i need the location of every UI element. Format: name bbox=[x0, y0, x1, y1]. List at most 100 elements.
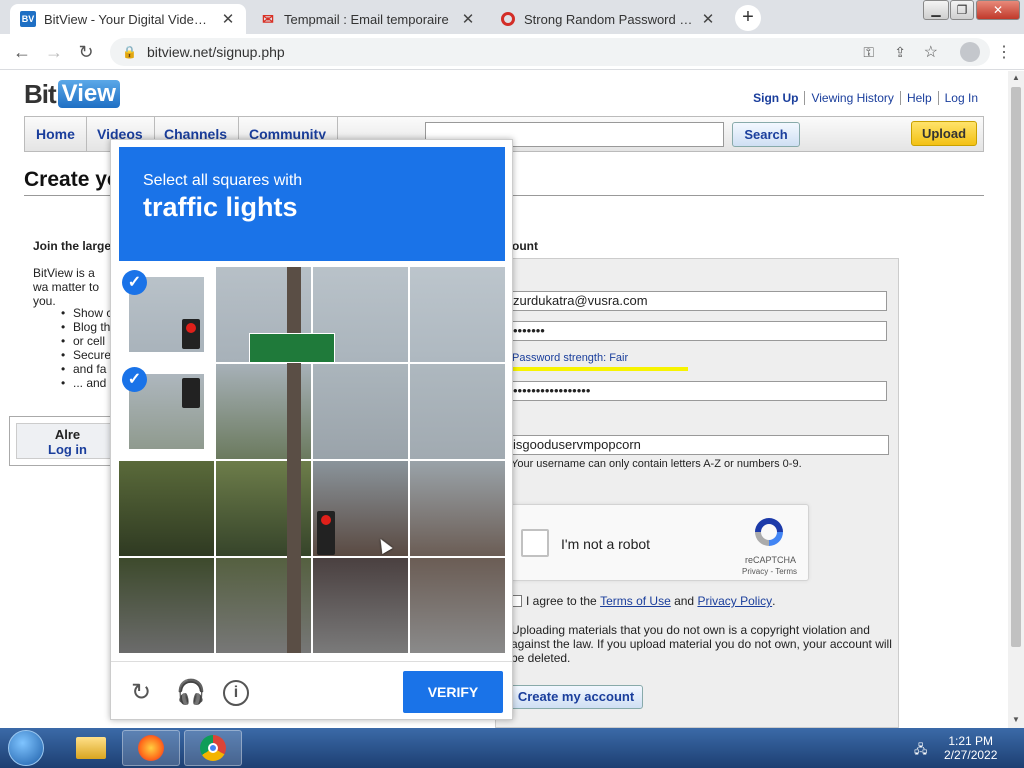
agree-and: and bbox=[670, 594, 698, 608]
firefox-icon[interactable] bbox=[122, 730, 180, 766]
menu-dots-icon[interactable]: ⋮ bbox=[996, 42, 1012, 62]
red-light-icon bbox=[321, 515, 331, 525]
captcha-tile[interactable] bbox=[313, 558, 408, 653]
window-close-button[interactable]: ✕ bbox=[976, 0, 1020, 20]
agree-period: . bbox=[772, 594, 776, 608]
email-field[interactable]: zurdukatra@vusra.com bbox=[506, 291, 887, 311]
captcha-tile[interactable] bbox=[410, 364, 505, 459]
captcha-instruction: Select all squares with bbox=[143, 172, 303, 189]
tile-selected-check-icon: ✓ bbox=[122, 270, 147, 295]
list-item: Blog th bbox=[61, 320, 112, 334]
login-box-heading: Alre bbox=[54, 427, 81, 442]
headphones-icon[interactable]: 🎧 bbox=[176, 680, 206, 706]
captcha-footer: ↻ 🎧 i VERIFY bbox=[111, 661, 512, 719]
tile-selected-check-icon: ✓ bbox=[122, 367, 147, 392]
terms-link[interactable]: Terms of Use bbox=[600, 594, 671, 608]
login-box-link[interactable]: Log in bbox=[17, 442, 118, 457]
tab-title: BitView - Your Digital Video Repo bbox=[44, 11, 214, 27]
nav-home[interactable]: Home bbox=[25, 117, 87, 151]
page-scrollbar[interactable]: ▲ ▼ bbox=[1008, 71, 1024, 728]
traffic-light-icon bbox=[317, 511, 335, 555]
feature-list: Show c Blog th or cell Secure and fa ...… bbox=[61, 306, 112, 390]
upload-button[interactable]: Upload bbox=[911, 121, 977, 146]
clock-time: 1:21 PM bbox=[948, 734, 994, 748]
list-item-cont: or cell bbox=[61, 334, 112, 348]
page-title: Create yo bbox=[24, 168, 120, 191]
captcha-tile[interactable]: ✓ bbox=[119, 267, 214, 362]
captcha-tile[interactable] bbox=[313, 364, 408, 459]
captcha-tile[interactable]: ✓ bbox=[119, 364, 214, 459]
profile-avatar-icon[interactable] bbox=[960, 42, 980, 62]
recaptcha-brand: reCAPTCHA bbox=[744, 555, 796, 565]
confirm-password-field[interactable]: ••••••••••••••••• bbox=[506, 381, 887, 401]
signup-link[interactable]: Sign Up bbox=[747, 91, 804, 105]
join-heading: Join the large bbox=[33, 239, 112, 253]
password-strength-label: Password strength: Fair bbox=[512, 352, 629, 364]
tab-password-generator[interactable]: Strong Random Password Genera ✕ bbox=[490, 4, 726, 34]
verify-button[interactable]: VERIFY bbox=[403, 671, 503, 713]
captcha-tile[interactable] bbox=[410, 267, 505, 362]
clock-date: 2/27/2022 bbox=[944, 748, 998, 762]
logo-text-bit: Bit bbox=[24, 78, 57, 109]
key-icon[interactable]: ⚿ bbox=[863, 44, 874, 61]
forward-arrow-icon[interactable]: → bbox=[44, 42, 64, 62]
password-strength-bar bbox=[512, 367, 688, 371]
help-link[interactable]: Help bbox=[899, 91, 938, 105]
privacy-link[interactable]: Privacy Policy bbox=[697, 594, 772, 608]
agree-text: I agree to the bbox=[526, 594, 601, 608]
recaptcha-widget: I'm not a robot reCAPTCHA Privacy - Term… bbox=[504, 504, 809, 581]
list-item: Show c bbox=[61, 306, 112, 320]
close-icon[interactable]: ✕ bbox=[220, 10, 236, 28]
back-arrow-icon[interactable]: ← bbox=[12, 42, 32, 62]
captcha-target: traffic lights bbox=[143, 192, 298, 222]
recaptcha-checkbox[interactable] bbox=[521, 529, 549, 557]
minimize-button[interactable]: ▁ bbox=[923, 0, 949, 20]
captcha-challenge-dialog: Select all squares with traffic lights ✓… bbox=[110, 139, 513, 720]
gmail-icon: ✉ bbox=[262, 10, 274, 27]
login-box: Alre Log in bbox=[9, 416, 119, 466]
traffic-light-icon bbox=[182, 378, 200, 408]
street-pole bbox=[287, 267, 301, 653]
viewing-history-link[interactable]: Viewing History bbox=[804, 91, 899, 105]
logo-text-view: View bbox=[57, 80, 120, 108]
recaptcha-logo-icon bbox=[755, 518, 783, 546]
list-item: ... and bbox=[61, 376, 112, 390]
maximize-button[interactable]: ❐ bbox=[950, 0, 974, 20]
tab-tempmail[interactable]: ✉ Tempmail : Email temporaire ✕ bbox=[250, 4, 486, 34]
top-links: Sign Up Viewing History Help Log In bbox=[747, 91, 984, 105]
username-field[interactable]: isgooduservmpopcorn bbox=[506, 435, 889, 455]
tab-bitview[interactable]: BV BitView - Your Digital Video Repo ✕ bbox=[10, 4, 246, 34]
bitview-logo[interactable]: Bit View bbox=[24, 77, 120, 111]
system-clock[interactable]: 1:21 PM 2/27/2022 bbox=[944, 734, 997, 762]
reload-icon[interactable]: ↻ bbox=[128, 680, 154, 706]
url-bar[interactable]: 🔒 bitview.net/signup.php ⚿ ⇪ ☆ bbox=[110, 38, 990, 66]
info-icon[interactable]: i bbox=[223, 680, 249, 706]
share-icon[interactable]: ⇪ bbox=[894, 44, 906, 61]
close-icon[interactable]: ✕ bbox=[460, 10, 476, 28]
reload-icon[interactable]: ↻ bbox=[76, 42, 96, 62]
close-icon[interactable]: ✕ bbox=[700, 10, 716, 28]
scrollbar-thumb[interactable] bbox=[1011, 87, 1021, 647]
captcha-image-grid: ✓ ✓ bbox=[119, 267, 505, 653]
login-link[interactable]: Log In bbox=[937, 91, 984, 105]
create-account-button[interactable]: Create my account bbox=[509, 685, 643, 709]
list-item: Secure bbox=[61, 348, 112, 362]
chrome-icon[interactable] bbox=[184, 730, 242, 766]
captcha-tile[interactable] bbox=[119, 461, 214, 556]
start-button-icon[interactable] bbox=[8, 730, 44, 766]
new-tab-button[interactable]: + bbox=[735, 5, 761, 31]
account-heading: ount bbox=[512, 239, 538, 253]
captcha-header: Select all squares with traffic lights bbox=[119, 147, 505, 261]
file-explorer-icon[interactable] bbox=[62, 730, 120, 766]
password-field[interactable]: ••••••• bbox=[506, 321, 887, 341]
star-icon[interactable]: ☆ bbox=[924, 42, 938, 62]
captcha-tile[interactable] bbox=[119, 558, 214, 653]
captcha-tile[interactable] bbox=[410, 558, 505, 653]
network-icon[interactable]: 🖧 bbox=[914, 740, 927, 761]
url-text: bitview.net/signup.php bbox=[146, 44, 285, 60]
search-button[interactable]: Search bbox=[732, 122, 800, 147]
captcha-tile[interactable] bbox=[410, 461, 505, 556]
recaptcha-privacy[interactable]: Privacy - Terms bbox=[742, 567, 797, 576]
tab-title: Strong Random Password Genera bbox=[524, 11, 694, 27]
agree-row: I agree to the Terms of Use and Privacy … bbox=[510, 594, 775, 608]
